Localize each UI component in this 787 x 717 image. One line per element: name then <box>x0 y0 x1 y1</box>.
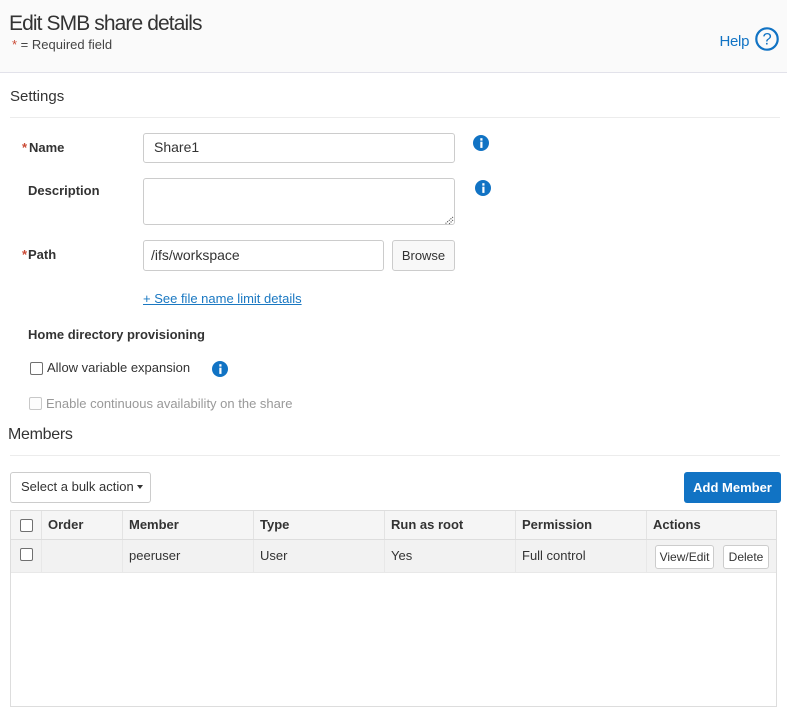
svg-text:?: ? <box>763 31 772 49</box>
